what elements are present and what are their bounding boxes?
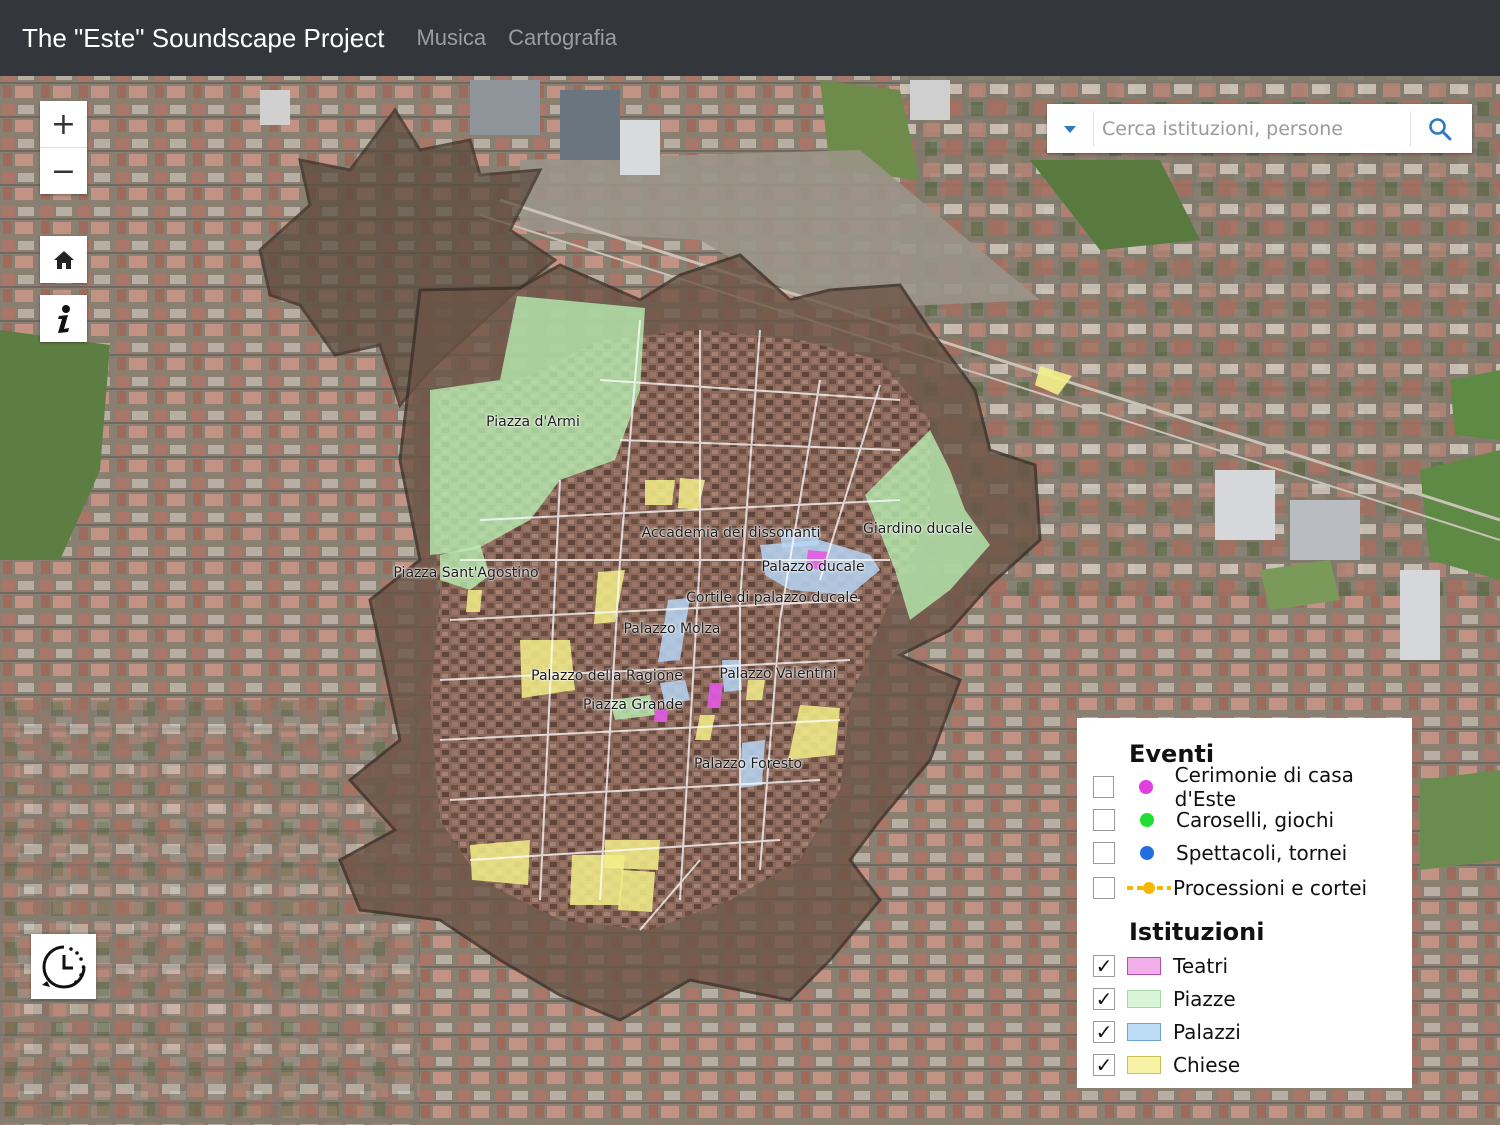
zoom-in-button[interactable]: + [40, 101, 87, 148]
nav-link-musica[interactable]: Musica [416, 25, 486, 51]
legend-item-palazzi[interactable]: ✓ Palazzi [1093, 1017, 1241, 1047]
zoom-control: + − [40, 101, 87, 194]
nav-link-cartografia[interactable]: Cartografia [508, 25, 617, 51]
checkbox-teatri[interactable]: ✓ [1093, 954, 1115, 978]
search-icon [1429, 117, 1452, 140]
info-button[interactable] [40, 295, 87, 342]
magenta-dot-icon [1139, 780, 1153, 794]
search-box [1047, 104, 1472, 153]
piazze-swatch [1127, 990, 1161, 1008]
place-label: Palazzo Valentini [719, 666, 837, 682]
checkbox-chiese[interactable]: ✓ [1093, 1053, 1115, 1077]
legend-item-processioni[interactable]: Processioni e cortei [1093, 873, 1367, 903]
home-icon [53, 250, 74, 269]
legend-label: Piazze [1173, 987, 1236, 1011]
legend-item-spettacoli[interactable]: Spettacoli, tornei [1093, 838, 1347, 868]
legend-item-cerimonie[interactable]: Cerimonie di casa d'Este [1093, 763, 1412, 811]
teatri-swatch [1127, 957, 1161, 975]
place-label: Piazza Sant'Agostino [393, 565, 539, 581]
legend-item-piazze[interactable]: ✓ Piazze [1093, 984, 1236, 1014]
zoom-out-button[interactable]: − [40, 148, 87, 194]
legend-item-chiese[interactable]: ✓ Chiese [1093, 1050, 1240, 1080]
legend-item-teatri[interactable]: ✓ Teatri [1093, 951, 1228, 981]
top-navbar: The "Este" Soundscape Project Musica Car… [0, 0, 1500, 76]
chiese-swatch [1127, 1056, 1161, 1074]
legend-label: Spettacoli, tornei [1176, 841, 1348, 865]
green-dot-icon [1140, 813, 1154, 827]
search-input[interactable] [1093, 110, 1411, 147]
place-label: Piazza d'Armi [486, 414, 580, 430]
legend-label: Palazzi [1173, 1020, 1241, 1044]
place-label: Giardino ducale [862, 521, 974, 537]
checkbox-piazze[interactable]: ✓ [1093, 987, 1115, 1011]
legend-label: Caroselli, giochi [1176, 808, 1335, 832]
checkbox-processioni[interactable] [1093, 877, 1115, 899]
checkbox-cerimonie[interactable] [1093, 776, 1115, 798]
place-label: Accademia dei dissonanti [641, 525, 821, 541]
place-label: Piazza Grande [583, 697, 683, 713]
blue-dot-icon [1140, 846, 1154, 860]
home-button[interactable] [40, 236, 87, 283]
timeline-button[interactable] [31, 934, 96, 999]
legend-item-caroselli[interactable]: Caroselli, giochi [1093, 805, 1334, 835]
brand-title[interactable]: The "Este" Soundscape Project [22, 23, 384, 54]
info-icon [57, 304, 70, 333]
legend-label: Teatri [1173, 954, 1228, 978]
checkbox-spettacoli[interactable] [1093, 842, 1115, 864]
dashed-route-icon [1127, 882, 1171, 894]
checkbox-caroselli[interactable] [1093, 809, 1115, 831]
checkbox-palazzi[interactable]: ✓ [1093, 1020, 1115, 1044]
legend-label: Processioni e cortei [1173, 876, 1368, 900]
place-label: Palazzo ducale [761, 559, 865, 575]
place-label: Cortile di palazzo ducale [686, 590, 858, 606]
place-label: Palazzo della Ragione [531, 668, 683, 684]
palazzi-swatch [1127, 1023, 1161, 1041]
search-dropdown-button[interactable] [1047, 104, 1093, 153]
caret-down-icon [1064, 125, 1076, 133]
history-clock-icon [41, 945, 85, 988]
map-legend: Eventi Cerimonie di casa d'Este Carosell… [1077, 718, 1412, 1088]
search-button[interactable] [1411, 104, 1469, 153]
place-label: Palazzo Foresto [693, 756, 803, 772]
place-label: Palazzo Molza [623, 621, 721, 637]
legend-title-istituzioni: Istituzioni [1129, 918, 1265, 946]
legend-label: Chiese [1173, 1053, 1241, 1077]
legend-label: Cerimonie di casa d'Este [1174, 763, 1354, 811]
